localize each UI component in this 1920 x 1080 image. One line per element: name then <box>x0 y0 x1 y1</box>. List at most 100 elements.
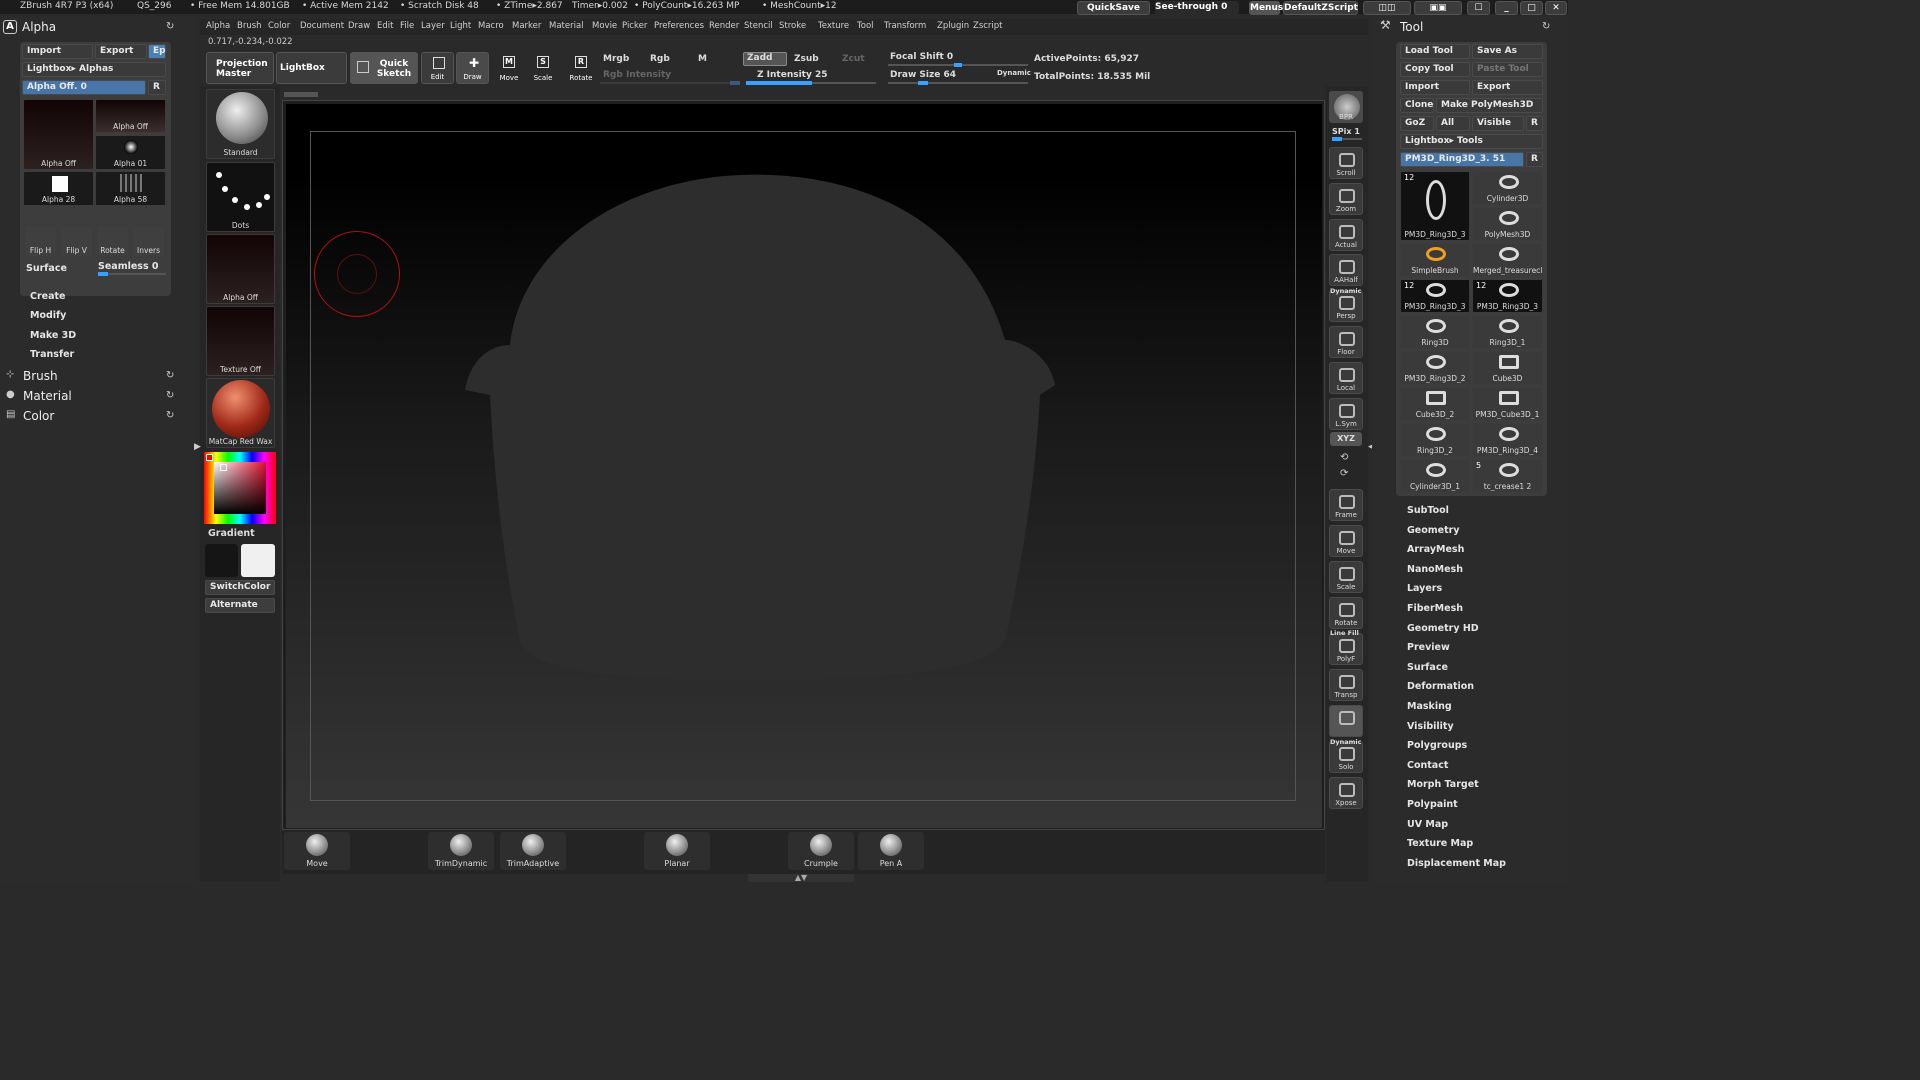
draw-button[interactable]: Draw ✚ <box>456 52 489 84</box>
material-palette-header[interactable]: Material <box>23 389 72 403</box>
menu-document[interactable]: Document <box>300 21 344 31</box>
tool-thumb-polymesh3d[interactable]: PolyMesh3D <box>1472 207 1543 241</box>
menu-preferences[interactable]: Preferences <box>654 21 704 31</box>
clone-button[interactable]: Clone <box>1400 98 1434 113</box>
rgb-intensity-slider[interactable]: Rgb Intensity <box>603 70 671 80</box>
lightbox-tools-button[interactable]: Lightbox▸ Tools <box>1400 134 1543 149</box>
menu-movie[interactable]: Movie <box>592 21 617 31</box>
rotate-button[interactable]: Rotate <box>1329 597 1363 629</box>
alpha-sub-make3d[interactable]: Make 3D <box>30 330 76 341</box>
bottom-brush-trimdynamic[interactable]: TrimDynamic <box>428 832 494 870</box>
menu-stroke[interactable]: Stroke <box>779 21 806 31</box>
brush-palette-header[interactable]: Brush <box>23 369 58 383</box>
alpha-r-button[interactable]: R <box>148 80 166 95</box>
tool-sub-polypaint[interactable]: Polypaint <box>1407 799 1458 810</box>
menu-picker[interactable]: Picker <box>622 21 647 31</box>
alpha-off-thumb[interactable]: Alpha Off <box>206 234 275 304</box>
goz-button[interactable]: GoZ <box>1400 116 1434 131</box>
menu-edit[interactable]: Edit <box>377 21 393 31</box>
m-button[interactable]: M <box>698 54 707 64</box>
alpha-off-slider[interactable]: Alpha Off. 0 <box>22 80 146 95</box>
main-color-swatch[interactable] <box>205 544 238 577</box>
maximize-icon[interactable]: □ <box>1520 1 1543 15</box>
brush-standard-thumb[interactable]: Standard <box>206 89 275 159</box>
palette-layout-icon[interactable]: ▣▣ <box>1414 1 1462 15</box>
bpr-button[interactable]: BPR <box>1329 91 1363 123</box>
move-mode-button[interactable]: Move M <box>494 52 524 84</box>
alpha-rotate-button[interactable]: Rotate <box>96 225 129 257</box>
menu-draw[interactable]: Draw <box>348 21 370 31</box>
copy-tool-button[interactable]: Copy Tool <box>1400 62 1470 77</box>
surface-label[interactable]: Surface <box>26 263 67 274</box>
menu-layer[interactable]: Layer <box>421 21 445 31</box>
visible-button[interactable]: Visible <box>1472 116 1524 131</box>
rotate-z-icon[interactable]: ⟳ <box>1340 468 1348 479</box>
current-tool-r-button[interactable]: R <box>1526 152 1543 167</box>
color-refresh-icon[interactable]: ↻ <box>166 410 174 421</box>
tool-thumb-pm3d-ring3d-3[interactable]: 12 PM3D_Ring3D_3 <box>1400 171 1470 241</box>
alpha-thumb-current[interactable]: Alpha Off <box>23 99 94 170</box>
canvas-scroll-handle[interactable] <box>284 92 318 97</box>
xyz-button[interactable]: XYZ <box>1330 432 1362 446</box>
tool-thumb-ring3d[interactable]: Ring3D <box>1400 315 1470 349</box>
tool-import-button[interactable]: Import <box>1400 80 1470 95</box>
menu-zscript[interactable]: Zscript <box>973 21 1003 31</box>
bottom-brush-planar[interactable]: Planar <box>644 832 710 870</box>
alpha-ep-button[interactable]: Ep <box>148 44 166 59</box>
lightbox-alphas-button[interactable]: Lightbox▸ Alphas <box>22 62 166 77</box>
alpha-thumb-off[interactable]: Alpha Off <box>95 99 166 133</box>
tool-thumb-ring3d-2[interactable]: Ring3D_2 <box>1400 423 1470 457</box>
z-intensity-track[interactable] <box>746 81 876 85</box>
ghost-button[interactable] <box>1329 705 1363 737</box>
tool-sub-subtool[interactable]: SubTool <box>1407 505 1449 516</box>
menu-zplugin[interactable]: Zplugin <box>937 21 969 31</box>
rgb-button[interactable]: Rgb <box>650 54 670 64</box>
alpha-thumb-01[interactable]: Alpha 01 <box>95 135 166 170</box>
refresh-icon[interactable]: ↻ <box>166 21 174 32</box>
tool-thumb-cylinder3d[interactable]: Cylinder3D <box>1472 171 1543 205</box>
bottom-brush-crumple[interactable]: Crumple <box>788 832 854 870</box>
zsub-button[interactable]: Zsub <box>794 54 819 64</box>
local-button[interactable]: Local <box>1329 362 1363 394</box>
floor-button[interactable]: Floor <box>1329 326 1363 358</box>
scale-mode-button[interactable]: Scale S <box>528 52 558 84</box>
brush-refresh-icon[interactable]: ↻ <box>166 370 174 381</box>
minimize-icon[interactable]: _ <box>1495 1 1518 15</box>
alternate-button[interactable]: Alternate <box>205 598 275 613</box>
alpha-sub-transfer[interactable]: Transfer <box>30 349 74 360</box>
tool-thumb-cube3d-2[interactable]: Cube3D_2 <box>1400 387 1470 421</box>
spix-track[interactable] <box>1332 137 1362 141</box>
lightbox-button[interactable]: LightBox <box>276 52 347 84</box>
tool-sub-morph-target[interactable]: Morph Target <box>1407 779 1479 790</box>
menu-color[interactable]: Color <box>268 21 290 31</box>
tool-thumb-pm3d-ring3d-4[interactable]: PM3D_Ring3D_4 <box>1472 423 1543 457</box>
lock-icon[interactable]: ☐ <box>1467 1 1490 15</box>
gradient-label[interactable]: Gradient <box>208 528 255 539</box>
left-tray-toggle-icon[interactable]: ▶ <box>194 442 201 452</box>
bottom-brush-pen-a[interactable]: Pen A <box>858 832 924 870</box>
layout-icon[interactable]: ◫◫ <box>1363 1 1411 15</box>
tool-export-button[interactable]: Export <box>1472 80 1543 95</box>
seamless-slider-track[interactable] <box>98 272 166 276</box>
tool-thumb-simplebrush[interactable]: SimpleBrush <box>1400 243 1470 277</box>
rotate-mode-button[interactable]: Rotate R <box>565 52 597 84</box>
tool-sub-deformation[interactable]: Deformation <box>1407 681 1474 692</box>
edit-button[interactable]: Edit <box>421 52 454 84</box>
paste-tool-button[interactable]: Paste Tool <box>1472 62 1543 77</box>
actual-button[interactable]: Actual <box>1329 219 1363 251</box>
transp-button[interactable]: Transp <box>1329 669 1363 701</box>
material-refresh-icon[interactable]: ↻ <box>166 390 174 401</box>
rgb-intensity-track[interactable] <box>600 81 740 85</box>
zadd-button[interactable]: Zadd <box>743 52 787 66</box>
tool-refresh-icon[interactable]: ↻ <box>1542 21 1550 32</box>
tool-sub-fibermesh[interactable]: FiberMesh <box>1407 603 1463 614</box>
dynamic-button[interactable]: Dynamic <box>997 69 1031 77</box>
tool-sub-contact[interactable]: Contact <box>1407 760 1448 771</box>
close-icon[interactable]: ✕ <box>1545 1 1567 15</box>
menu-macro[interactable]: Macro <box>478 21 504 31</box>
see-through-slider[interactable]: See-through 0 <box>1155 1 1239 15</box>
color-picker[interactable] <box>204 452 276 524</box>
tool-sub-preview[interactable]: Preview <box>1407 642 1450 653</box>
all-button[interactable]: All <box>1436 116 1470 131</box>
tool-thumb-pm3d-ring3d-2[interactable]: PM3D_Ring3D_2 <box>1400 351 1470 385</box>
